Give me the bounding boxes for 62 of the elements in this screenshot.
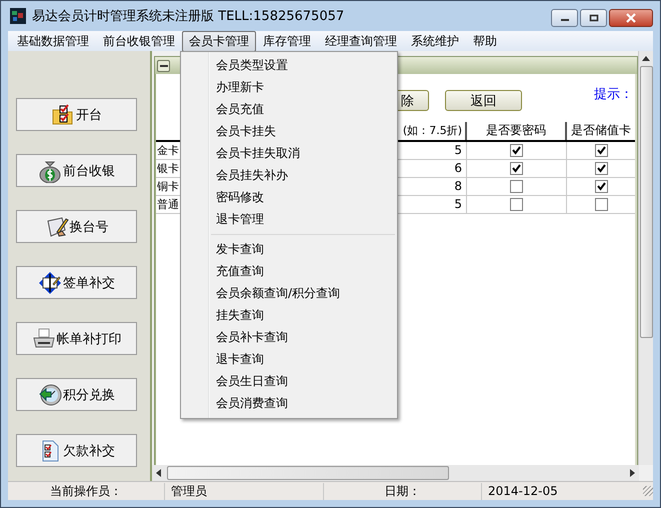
checkbox[interactable] — [510, 180, 523, 193]
checkbox[interactable] — [510, 198, 523, 211]
sidebar-button[interactable]: 换台号 — [16, 210, 137, 243]
menu-item[interactable]: 帮助 — [466, 30, 504, 52]
close-icon — [625, 13, 637, 23]
minimize-button[interactable] — [157, 60, 170, 72]
folder-check-icon — [51, 102, 75, 126]
column-header: 是否储值卡 — [570, 122, 632, 139]
menu-item[interactable]: 会员补卡查询 — [181, 326, 397, 348]
scroll-pen-icon — [44, 214, 68, 238]
menu-item[interactable]: 基础数据管理 — [10, 30, 96, 52]
printer-icon — [32, 326, 56, 350]
money-bag-icon — [38, 158, 62, 182]
vertical-scrollbar[interactable] — [638, 51, 653, 465]
sidebar-button[interactable]: 签单补交 — [16, 266, 137, 299]
status-text: 2014-12-05 — [487, 484, 559, 498]
minimize-icon — [160, 64, 168, 68]
column-header: 是否要密码 — [467, 122, 567, 140]
menu-item[interactable]: 办理新卡 — [181, 76, 397, 98]
menu-item[interactable]: 会员类型设置 — [181, 54, 397, 76]
diamond-arrow-icon — [38, 270, 62, 294]
menu-item[interactable]: 会员余额查询/积分查询 — [181, 282, 397, 304]
checkbox[interactable] — [594, 198, 608, 211]
left-arrow-icon[interactable] — [156, 469, 161, 477]
menu-item[interactable]: 会员生日查询 — [181, 370, 397, 392]
menu-item[interactable]: 发卡查询 — [181, 238, 397, 260]
sidebar-button[interactable]: 前台收银 — [16, 154, 137, 187]
horizontal-scrollbar[interactable] — [152, 465, 639, 481]
sidebar-button[interactable]: 帐单补打印 — [16, 322, 137, 355]
sidebar-button[interactable]: 欠款补交 — [16, 434, 137, 467]
minimize-button[interactable] — [551, 9, 578, 27]
maximize-icon — [588, 14, 598, 22]
menu-item[interactable]: 会员消费查询 — [181, 392, 397, 414]
toolbar-button[interactable]: 返回 — [445, 90, 522, 111]
menu-item[interactable]: 挂失查询 — [181, 304, 397, 326]
menu-item[interactable]: 经理查询管理 — [318, 30, 404, 52]
menu-item[interactable]: 库存管理 — [256, 30, 318, 52]
checkbox[interactable] — [594, 162, 608, 175]
up-arrow-icon[interactable] — [642, 56, 650, 61]
resize-grip-icon — [643, 486, 653, 496]
close-button[interactable] — [609, 9, 653, 27]
menu-item[interactable]: 会员卡管理 — [182, 30, 256, 52]
right-arrow-icon[interactable] — [630, 469, 635, 477]
menu-item[interactable]: 前台收银管理 — [96, 30, 182, 52]
status-text: 管理员 — [165, 482, 324, 500]
maximize-button[interactable] — [580, 9, 607, 27]
window-title: 易达会员计时管理系统未注册版 TELL:15825675057 — [32, 8, 344, 25]
checkbox[interactable] — [594, 144, 608, 157]
status-text: 当前操作员： — [8, 482, 165, 500]
hint-text: 提示： — [594, 86, 633, 103]
menu-item[interactable]: 系统维护 — [404, 30, 466, 52]
menu-item[interactable]: 会员卡挂失 — [181, 120, 397, 142]
sidebar-button[interactable]: 积分兑换 — [16, 378, 137, 411]
menu-item[interactable]: 充值查询 — [181, 260, 397, 282]
sidebar-button[interactable]: 开台 — [16, 98, 137, 131]
checkbox[interactable] — [510, 162, 523, 175]
checkbox[interactable] — [594, 180, 608, 193]
menu-item[interactable]: 退卡查询 — [181, 348, 397, 370]
app-icon — [10, 8, 26, 24]
status-text: 日期： — [324, 482, 482, 500]
menu-item[interactable]: 会员充值 — [181, 98, 397, 120]
checkbox[interactable] — [510, 144, 523, 157]
